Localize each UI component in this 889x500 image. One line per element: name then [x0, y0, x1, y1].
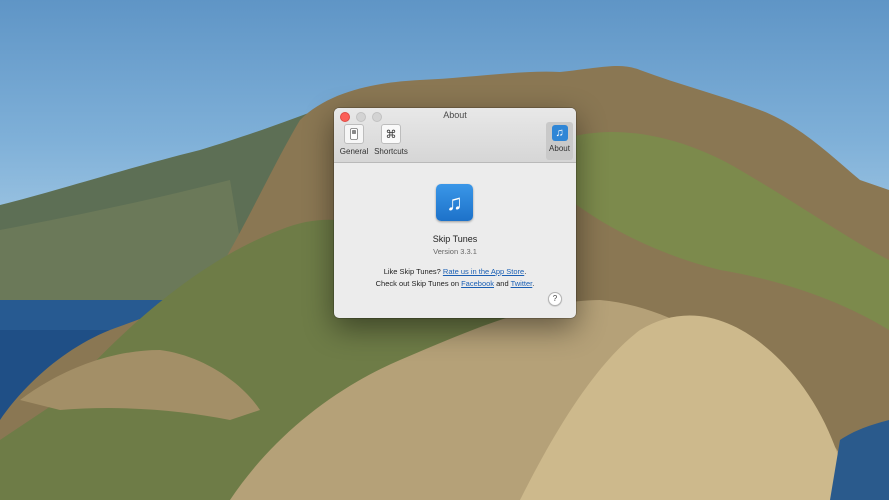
rate-app-store-link[interactable]: Rate us in the App Store	[443, 267, 524, 276]
app-icon: ♫	[436, 184, 473, 221]
rate-suffix: .	[524, 267, 527, 276]
social-suffix: .	[532, 279, 535, 288]
social-line: Check out Skip Tunes on Facebook and Twi…	[334, 279, 576, 288]
help-button[interactable]: ?	[548, 292, 562, 306]
about-window: About General ⌘ Shortcuts ♫ About ♫ Skip…	[334, 108, 576, 318]
toolbar-about[interactable]: ♫ About	[546, 122, 573, 160]
and-text: and	[496, 279, 509, 288]
facebook-link[interactable]: Facebook	[461, 279, 494, 288]
window-title: About	[443, 110, 467, 120]
toolbar-general[interactable]: General	[339, 124, 369, 160]
music-note-icon: ♫	[551, 125, 568, 141]
app-version: Version 3.3.1	[433, 247, 477, 256]
social-prefix: Check out Skip Tunes on	[375, 279, 459, 288]
switch-icon	[344, 124, 364, 144]
toolbar-general-label: General	[339, 147, 369, 156]
toolbar-about-label: About	[549, 144, 570, 153]
toolbar-shortcuts-label: Shortcuts	[374, 147, 408, 156]
about-content: ♫ Skip Tunes Version 3.3.1 Like Skip Tun…	[334, 163, 576, 318]
twitter-link[interactable]: Twitter	[511, 279, 533, 288]
title-bar: About General ⌘ Shortcuts ♫ About	[334, 108, 576, 163]
rate-line: Like Skip Tunes? Rate us in the App Stor…	[334, 267, 576, 276]
command-icon: ⌘	[381, 124, 401, 144]
music-note-icon: ♫	[446, 189, 463, 215]
desktop: About General ⌘ Shortcuts ♫ About ♫ Skip…	[0, 0, 889, 500]
app-name: Skip Tunes	[432, 234, 478, 244]
rate-prefix: Like Skip Tunes?	[383, 267, 441, 276]
toolbar-shortcuts[interactable]: ⌘ Shortcuts	[372, 124, 410, 160]
